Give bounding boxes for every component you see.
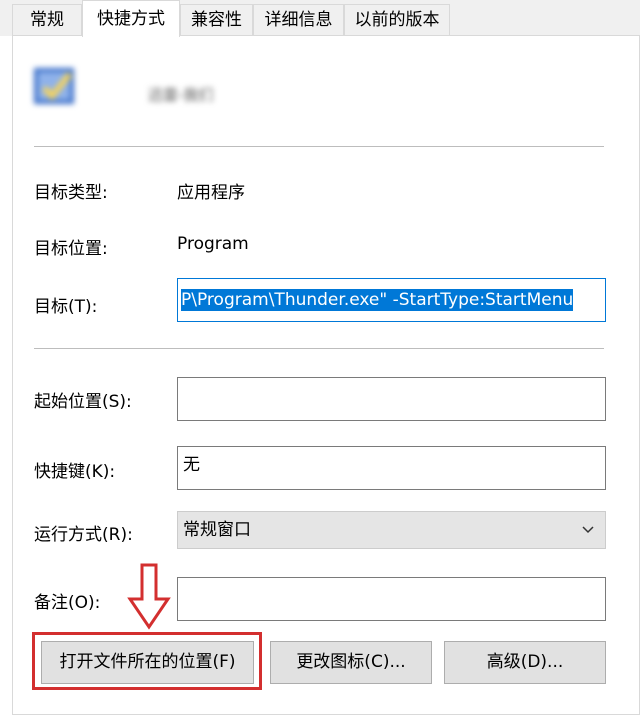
target-location-value: Program [177, 234, 249, 254]
comment-label: 备注(O): [34, 593, 101, 613]
chevron-down-icon [582, 526, 594, 534]
tab-strip: 常规 快捷方式 兼容性 详细信息 以前的版本 [0, 0, 640, 37]
start-in-label: 起始位置(S): [34, 392, 132, 412]
divider [34, 146, 604, 147]
target-input[interactable]: P\Program\Thunder.exe" -StartType:StartM… [177, 278, 606, 322]
tab-general[interactable]: 常规 [12, 4, 82, 36]
target-input-value: P\Program\Thunder.exe" -StartType:StartM… [181, 289, 574, 311]
shortcut-key-label: 快捷键(K): [34, 462, 116, 482]
down-arrow-icon [127, 563, 171, 630]
advanced-button[interactable]: 高级(D)... [444, 641, 606, 684]
shortcut-key-input[interactable]: 无 [177, 446, 606, 490]
divider [34, 348, 604, 349]
tab-previous-versions[interactable]: 以前的版本 [344, 4, 450, 36]
tab-details[interactable]: 详细信息 [253, 4, 344, 36]
app-icon [34, 68, 74, 104]
target-type-value: 应用程序 [177, 183, 245, 203]
run-label: 运行方式(R): [34, 525, 133, 545]
tab-compatibility[interactable]: 兼容性 [180, 4, 253, 36]
change-icon-button[interactable]: 更改图标(C)... [270, 641, 432, 684]
target-location-label: 目标位置: [34, 239, 108, 259]
run-select[interactable]: 常规窗口 [177, 511, 606, 549]
start-in-input[interactable] [177, 377, 606, 421]
target-label: 目标(T): [34, 297, 98, 317]
tab-shortcut[interactable]: 快捷方式 [82, 0, 180, 37]
comment-input[interactable] [177, 577, 606, 621]
target-type-label: 目标类型: [34, 183, 108, 203]
highlight-box [32, 632, 262, 690]
app-name: 迅雷-我们 [148, 86, 214, 102]
run-select-value: 常规窗口 [183, 520, 251, 540]
